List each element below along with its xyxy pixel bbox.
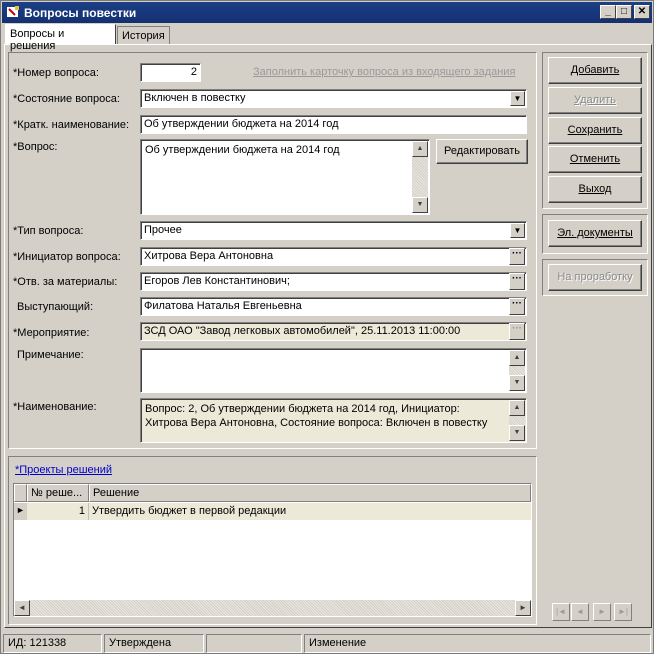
edit-question-button[interactable]: Редактировать [436,139,528,164]
row-pointer-icon: ► [14,503,27,520]
name-scrollbar[interactable]: ▲ ▼ [509,400,525,441]
note-memo[interactable]: ▲ ▼ [140,348,527,393]
close-icon[interactable]: ✕ [634,5,650,19]
event-field[interactable]: ЗСД ОАО "Завод легковых автомобилей", 25… [140,322,527,341]
question-label: *Вопрос: [13,141,58,153]
nav-first-icon[interactable]: |◄ [552,603,570,621]
speaker-label: Выступающий: [17,301,94,313]
speaker-field[interactable]: Филатова Наталья Евгеньевна [140,297,527,316]
question-type-select[interactable]: Прочее [140,221,527,240]
ellipsis-icon[interactable]: ··· [509,248,525,265]
name-label: *Наименование: [13,401,97,413]
initiator-value: Хитрова Вера Антоновна [144,250,274,262]
scroll-down-icon[interactable]: ▼ [412,197,428,213]
documents-button[interactable]: Эл. документы [548,220,642,247]
column-header-decision[interactable]: Решение [89,484,531,502]
tab-questions[interactable]: Вопросы и решения [5,24,116,52]
decisions-title-link[interactable]: *Проекты решений [15,464,112,476]
tab-history[interactable]: История [117,26,170,44]
scroll-right-icon[interactable]: ► [515,600,531,616]
ellipsis-icon[interactable]: ··· [509,298,525,315]
ellipsis-icon[interactable]: ··· [509,323,525,340]
question-type-value: Прочее [144,224,182,236]
state-label: *Состояние вопроса: [13,93,120,105]
responsible-label: *Отв. за материалы: [13,276,118,288]
responsible-value: Егоров Лев Константинович; [144,275,290,287]
fill-from-task-link[interactable]: Заполнить карточку вопроса из входящего … [253,66,515,78]
question-memo[interactable]: Об утверждении бюджета на 2014 год ▲ ▼ [140,139,430,215]
nav-last-icon[interactable]: ►| [614,603,632,621]
cancel-button[interactable]: Отменить [548,146,642,173]
scroll-left-icon[interactable]: ◄ [14,600,30,616]
main-window: Вопросы повестки _ □ ✕ Вопросы и решения… [0,0,654,654]
maximize-icon[interactable]: □ [616,5,632,19]
decision-number-cell[interactable]: 1 [27,503,89,520]
name-text: Вопрос: 2, Об утверждении бюджета на 201… [145,403,488,429]
name-memo[interactable]: Вопрос: 2, Об утверждении бюджета на 201… [140,398,527,443]
event-value: ЗСД ОАО "Завод легковых автомобилей", 25… [144,325,461,337]
question-state-value: Включен в повестку [144,92,246,104]
window-title: Вопросы повестки [24,6,137,20]
question-scrollbar[interactable]: ▲ ▼ [412,141,428,213]
type-label: *Тип вопроса: [13,225,84,237]
short-name-label: *Кратк. наименование: [13,119,130,131]
row-indicator-header [14,484,27,502]
nav-next-icon[interactable]: ► [593,603,611,621]
app-icon [7,6,19,17]
decisions-table[interactable]: № реше... Решение ► 1 Утвердить бюджет в… [13,483,532,617]
status-mode: Изменение [304,634,651,653]
exit-button[interactable]: Выход [548,176,642,203]
question-state-select[interactable]: Включен в повестку [140,89,527,108]
status-empty [206,634,302,653]
number-label: *Номер вопроса: [13,67,99,79]
save-button[interactable]: Сохранить [548,117,642,144]
status-state: Утверждена [104,634,204,653]
column-header-number[interactable]: № реше... [27,484,89,502]
scroll-down-icon[interactable]: ▼ [509,425,525,441]
ellipsis-icon[interactable]: ··· [509,273,525,290]
initiator-label: *Инициатор вопроса: [13,251,121,263]
chevron-down-icon[interactable]: ▼ [510,223,525,238]
tab-history-label: История [122,30,165,42]
speaker-value: Филатова Наталья Евгеньевна [144,300,302,312]
title-bar: Вопросы повестки _ □ ✕ [2,2,652,23]
chevron-down-icon[interactable]: ▼ [510,91,525,106]
note-label: Примечание: [17,349,84,361]
scroll-up-icon[interactable]: ▲ [509,350,525,366]
review-button[interactable]: На проработку [548,264,642,291]
nav-prev-icon[interactable]: ◄ [571,603,589,621]
scroll-up-icon[interactable]: ▲ [509,400,525,416]
note-scrollbar[interactable]: ▲ ▼ [509,350,525,391]
status-id: ИД: 121338 [3,634,102,653]
scroll-up-icon[interactable]: ▲ [412,141,428,157]
minimize-icon[interactable]: _ [600,5,616,19]
question-number-input[interactable]: 2 [140,63,201,82]
initiator-field[interactable]: Хитрова Вера Антоновна [140,247,527,266]
event-label: *Мероприятие: [13,327,90,339]
short-name-input[interactable]: Об утверждении бюджета на 2014 год [140,115,527,134]
delete-button[interactable]: Удалить [548,87,642,114]
add-button[interactable]: Добавить [548,57,642,84]
decision-text-cell[interactable]: Утвердить бюджет в первой редакции [89,503,531,520]
decisions-hscrollbar[interactable]: ◄ ► [14,600,531,616]
question-text: Об утверждении бюджета на 2014 год [145,144,340,156]
responsible-field[interactable]: Егоров Лев Константинович; [140,272,527,291]
scroll-down-icon[interactable]: ▼ [509,375,525,391]
